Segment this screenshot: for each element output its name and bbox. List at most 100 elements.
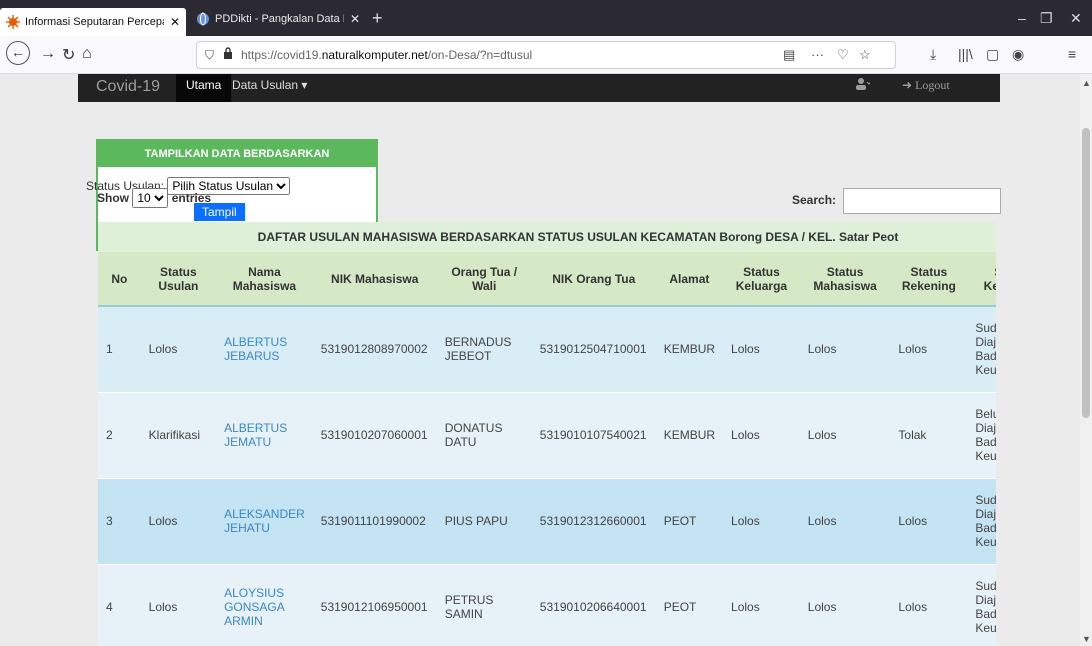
restore-icon[interactable]: ❐ <box>1040 10 1053 27</box>
cell-ortu: DONATUS DATU <box>436 391 532 478</box>
bookmark-star-icon[interactable]: ☆ <box>859 47 871 63</box>
nama-link[interactable]: ALBERTUS JEBARUS <box>224 335 287 363</box>
reload-icon[interactable]: ↻ <box>62 45 75 65</box>
col-header-nik[interactable]: NIK Mahasiswa <box>312 252 437 307</box>
library-icon[interactable]: |||\ <box>958 46 973 62</box>
cell-status: Lolos <box>140 563 217 646</box>
col-header-orang-tua[interactable]: Orang Tua / Wali <box>436 252 532 307</box>
col-header-status-keuangan[interactable]: Status Keuangan <box>967 252 996 307</box>
back-arrow-icon[interactable]: ← <box>6 41 30 65</box>
show-label: Show <box>97 191 129 205</box>
cell-keuangan: Sudah Diajukan Badan Keuangan <box>967 477 996 564</box>
logout-icon: ➜ <box>902 78 913 92</box>
cell-keuangan: Belum Diajukan Badan Keuangan <box>967 391 996 478</box>
col-header-alamat[interactable]: Alamat <box>655 252 724 307</box>
cell-mahasiswa: Lolos <box>799 391 891 478</box>
usulan-table: No Status Usulan Nama Mahasiswa NIK Maha… <box>98 252 996 646</box>
scroll-up-icon[interactable]: ▲ <box>1082 78 1091 88</box>
col-header-nama[interactable]: Nama Mahasiswa <box>216 252 313 307</box>
entries-label: entries <box>171 191 212 205</box>
cell-mahasiswa: Lolos <box>799 477 891 564</box>
shield-icon[interactable]: ⛉ <box>205 48 214 63</box>
browser-tab-bar: Informasi Seputaran Percepatan ✕ PDDikti… <box>0 0 1092 36</box>
menu-hamburger-icon[interactable]: ≡ <box>1068 46 1076 62</box>
url-prefix: https://covid19. <box>241 48 322 62</box>
user-icon[interactable] <box>856 78 872 93</box>
more-actions-icon[interactable]: ··· <box>811 47 824 62</box>
cell-nik-ortu: 5319012504710001 <box>531 305 656 392</box>
cell-no: 4 <box>98 563 141 646</box>
cell-keluarga: Lolos <box>723 305 800 392</box>
col-header-status-rekening[interactable]: Status Rekening <box>890 252 968 307</box>
cell-status: Lolos <box>140 305 217 392</box>
logout-link[interactable]: ➜ Logout <box>902 78 950 93</box>
search-label: Search: <box>792 193 837 208</box>
close-tab-icon[interactable]: ✕ <box>344 12 360 26</box>
col-header-status-keluarga[interactable]: Status Keluarga <box>723 252 800 307</box>
page-scrollbar[interactable]: ▲ ▼ <box>1080 74 1092 646</box>
home-icon[interactable]: ⌂ <box>82 45 92 63</box>
app-brand[interactable]: Covid-19 <box>96 78 160 96</box>
col-header-status-usulan[interactable]: Status Usulan <box>140 252 217 307</box>
col-header-nik-orang-tua[interactable]: NIK Orang Tua <box>531 252 656 307</box>
virus-favicon-icon <box>6 15 20 29</box>
cell-mahasiswa: Lolos <box>799 305 891 392</box>
cell-nik-ortu: 5319010206640001 <box>531 563 656 646</box>
cell-keuangan: Sudah Diajukan Badan Keuangan <box>967 563 996 646</box>
cell-nik: 5319011101990002 <box>312 477 437 564</box>
col-header-no[interactable]: No <box>98 252 141 307</box>
url-path: /on-Desa/?n=dtusul <box>427 48 533 62</box>
lock-icon[interactable] <box>223 47 233 62</box>
cell-nik-ortu: 5319010107540021 <box>531 391 656 478</box>
download-icon[interactable]: ⤓ <box>930 46 936 63</box>
cell-status: Lolos <box>140 477 217 564</box>
forward-arrow-icon[interactable]: → <box>40 45 56 63</box>
new-tab-plus-icon[interactable]: + <box>372 8 383 28</box>
sidebar-icon[interactable]: ▢ <box>986 46 999 63</box>
cell-status: Klarifikasi <box>140 391 217 478</box>
minimize-icon[interactable]: – <box>1018 10 1026 26</box>
cell-alamat: PEOT <box>655 563 724 646</box>
cell-no: 3 <box>98 477 141 564</box>
scroll-down-icon[interactable]: ▼ <box>1082 634 1091 644</box>
pocket-icon[interactable]: ♡ <box>837 47 849 63</box>
cell-rekening: Tolak <box>890 391 968 478</box>
cell-no: 2 <box>98 391 141 478</box>
reader-view-icon[interactable]: ▤ <box>783 47 795 63</box>
account-icon[interactable]: ◉ <box>1012 46 1024 63</box>
url-bar[interactable]: ⛉ https://covid19.naturalkomputer.net/on… <box>196 41 896 69</box>
table-header-row: No Status Usulan Nama Mahasiswa NIK Maha… <box>98 252 996 307</box>
table-caption: DAFTAR USULAN MAHASISWA BERDASARKAN STAT… <box>98 222 996 252</box>
cell-keluarga: Lolos <box>723 563 800 646</box>
cell-nama: ALBERTUS JEMATU <box>216 391 313 478</box>
cell-ortu: PETRUS SAMIN <box>436 563 532 646</box>
cell-nik: 5319012106950001 <box>312 563 437 646</box>
cell-keluarga: Lolos <box>723 477 800 564</box>
url-domain: naturalkomputer.net <box>321 48 428 62</box>
table-row: 4 Lolos ALOYSIUS GONSAGA ARMIN 531901210… <box>98 563 996 646</box>
entries-select[interactable]: 10 <box>132 188 169 208</box>
page-viewport: Covid-19 Utama Data Usulan ▾ ➜ Logout TA… <box>0 74 1092 646</box>
nama-link[interactable]: ALBERTUS JEMATU <box>224 421 287 449</box>
nama-link[interactable]: ALEKSANDER JEHATU <box>224 507 305 535</box>
cell-nama: ALBERTUS JEBARUS <box>216 305 313 392</box>
close-window-icon[interactable]: ✕ <box>1070 10 1082 27</box>
scrollbar-thumb[interactable] <box>1082 128 1090 418</box>
filter-title: TAMPILKAN DATA BERDASARKAN <box>98 141 376 167</box>
cell-rekening: Lolos <box>890 563 968 646</box>
cell-nik: 5319012808970002 <box>312 305 437 392</box>
table-row: 1 Lolos ALBERTUS JEBARUS 531901280897000… <box>98 305 996 392</box>
search-input[interactable] <box>843 188 1002 214</box>
table-row: 2 Klarifikasi ALBERTUS JEMATU 5319010207… <box>98 391 996 478</box>
cell-keluarga: Lolos <box>723 391 800 478</box>
nav-item-data-usulan[interactable]: Data Usulan ▾ <box>222 74 317 102</box>
close-tab-icon[interactable]: ✕ <box>164 15 180 29</box>
cell-mahasiswa: Lolos <box>799 563 891 646</box>
col-header-status-mahasiswa[interactable]: Status Mahasiswa <box>799 252 891 307</box>
nama-link[interactable]: ALOYSIUS GONSAGA ARMIN <box>224 586 284 628</box>
browser-tab[interactable]: PDDikti - Pangkalan Data Pend ✕ <box>190 8 366 30</box>
cell-nik-ortu: 5319012312660001 <box>531 477 656 564</box>
cell-nik: 5319010207060001 <box>312 391 437 478</box>
browser-tab-active[interactable]: Informasi Seputaran Percepatan ✕ <box>0 8 186 36</box>
cell-alamat: PEOT <box>655 477 724 564</box>
